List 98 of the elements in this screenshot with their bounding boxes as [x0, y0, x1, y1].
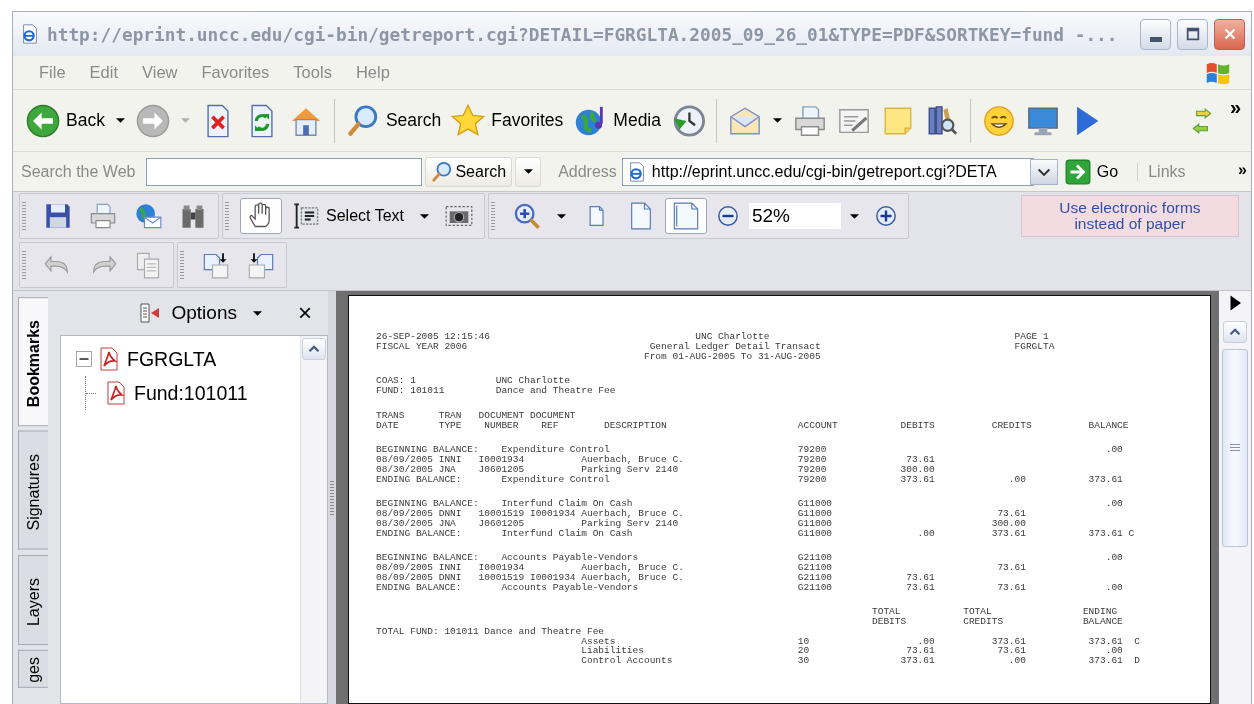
side-tab[interactable]: ges — [18, 649, 48, 688]
hand-tool-button[interactable] — [240, 198, 282, 234]
back-button[interactable]: Back — [21, 100, 110, 141]
bookmark-item[interactable]: FGRGLTA — [125, 347, 217, 371]
star-icon — [451, 103, 486, 138]
rotate-clockwise-icon — [202, 251, 230, 279]
options-button[interactable]: Options — [133, 299, 272, 327]
side-tab[interactable]: Signatures — [18, 431, 48, 550]
address-label: Address — [557, 162, 618, 181]
caret-icon — [523, 169, 533, 174]
arrow-left-icon — [26, 103, 60, 138]
promo-banner[interactable]: Use electronic forms instead of paper — [1021, 195, 1239, 237]
toolbar-grip[interactable] — [180, 251, 184, 279]
caret-icon[interactable] — [556, 213, 566, 219]
report-line: 08/09/2005 INNI I0001934 Auerbach, Bruce C. 79200 73.61 — [376, 455, 936, 465]
media-button[interactable]: Media — [568, 100, 666, 141]
text-cursor-icon — [292, 202, 320, 230]
report-line: TOTAL FUND: 101011 Dance and Theatre Fee — [376, 626, 606, 637]
address-field[interactable]: http://eprint.uncc.edu/cgi-bin/getreport.cgi?DETA — [621, 157, 1034, 186]
report-line: COAS: 1 UNC Charlotte — [376, 376, 570, 386]
maximize-icon — [1184, 26, 1201, 42]
toolbar-grip[interactable] — [490, 202, 495, 230]
minimize-button[interactable] — [1140, 18, 1171, 50]
close-button[interactable] — [1214, 18, 1245, 50]
maximize-button[interactable] — [1177, 18, 1208, 50]
side-tab[interactable]: Layers — [18, 554, 48, 645]
caret-icon[interactable] — [115, 118, 125, 123]
toolbar-grip[interactable] — [22, 202, 26, 230]
toolbar-grip[interactable] — [225, 202, 229, 230]
arrow-right-icon — [135, 103, 170, 138]
report-line: BEGINNING BALANCE: Expenditure Control 79200 .00 — [376, 445, 1124, 455]
web-search-button[interactable]: Search — [425, 156, 513, 187]
search-field[interactable] — [146, 157, 423, 186]
caret-icon[interactable] — [419, 213, 429, 219]
report-line: Control Accounts 30 373.61 .00 373.61 D — [580, 656, 1141, 666]
dropdown-button[interactable] — [515, 156, 542, 187]
fit-width-button[interactable] — [664, 198, 707, 234]
report-line: FISCAL YEAR 2006 General Ledger Detail Transact FGRGLTA — [376, 341, 1056, 352]
pdf-bookmark-icon — [104, 381, 128, 405]
report-line: BEGINNING BALANCE: Accounts Payable-Vendors G21100 .00 — [376, 553, 1124, 563]
pdf-bookmark-icon — [97, 347, 121, 371]
toolbar-grip[interactable] — [22, 251, 26, 279]
bookmark-item[interactable]: Fund:101011 — [132, 381, 248, 405]
globe-envelope-icon — [134, 202, 162, 230]
select-text-button[interactable]: Select Text — [285, 198, 411, 234]
printer-icon — [89, 202, 117, 230]
caret-icon[interactable] — [773, 118, 782, 123]
scroll-up-button[interactable] — [302, 338, 326, 360]
smiley-icon — [982, 103, 1016, 138]
report-line: 08/09/2005 DNNI 10001519 I0001934 Auerbach, Bruce C. G11000 73.61 — [376, 509, 1027, 519]
zoom-out-icon — [716, 205, 739, 227]
report-line: FUND: 101011 Dance and Theatre Fee — [376, 386, 617, 396]
report-line: DATE TYPE NUMBER REF DESCRIPTION ACCOUNT DEBITS CREDITS BALANCE — [376, 420, 1130, 431]
chevron-down-icon — [1036, 167, 1051, 176]
collapse-icon[interactable] — [75, 350, 93, 368]
close-button[interactable]: × — [294, 299, 316, 327]
scroll-up-button[interactable] — [1223, 321, 1247, 343]
side-tab[interactable]: Bookmarks — [18, 297, 48, 427]
report-line: From 01-AUG-2005 To 31-AUG-2005 — [642, 351, 822, 362]
search-icon — [345, 103, 380, 138]
search-label: Search the Web — [20, 162, 137, 181]
report-line: 08/30/2005 JNA J0601205 Parking Serv 2140 G11000 300.00 — [376, 518, 1027, 529]
report-line: BEGINNING BALANCE: Interfund Claim On Cash G11000 .00 — [376, 499, 1124, 509]
report-line: 08/30/2005 JNA J0601205 Parking Serv 2140 79200 300.00 — [376, 464, 936, 475]
go-button[interactable]: Go — [1060, 155, 1123, 188]
scroll-thumb[interactable] — [1222, 349, 1248, 547]
report-line: DEBITS CREDITS BALANCE — [870, 617, 1124, 627]
minimize-icon — [1149, 36, 1162, 42]
caret-icon — [253, 310, 262, 316]
page-icon — [671, 202, 700, 230]
report-line: ENDING BALANCE: Interfund Claim On Cash G11000 .00 373.61 373.61 C — [376, 528, 1136, 539]
chevron-button[interactable]: » — [1219, 96, 1251, 119]
search-button[interactable]: Search — [340, 100, 447, 141]
report-line: 08/09/2005 DNNI 10001519 I0001934 Auerbach, Bruce C. G21100 73.61 — [376, 572, 936, 583]
arrow-right-icon — [1064, 158, 1091, 185]
favorites-button[interactable]: Favorites — [446, 100, 569, 141]
copy-icon — [134, 251, 162, 279]
caret-icon[interactable] — [849, 213, 859, 219]
report-line: ENDING BALANCE: Expenditure Control 79200 373.61 .00 373.61 — [376, 474, 1124, 485]
clock-icon — [671, 103, 705, 138]
report-line: TRANS TRAN DOCUMENT DOCUMENT — [376, 410, 577, 421]
zoom-field[interactable]: 52% — [748, 203, 841, 229]
dropdown-button[interactable] — [1029, 158, 1058, 185]
report-line: Assets 10 .00 373.61 373.61 C — [580, 636, 1141, 647]
window-title: http://eprint.uncc.edu/cgi-bin/getreport.cgi?DETAIL=FGRGLTA.2005_09_26_01&TYPE=PDF&SORTKEY=fund -... — [47, 23, 1119, 45]
report-line: ENDING BALANCE: Accounts Payable-Vendors G21100 73.61 73.61 .00 — [376, 582, 1124, 593]
magnifier-plus-icon — [512, 202, 541, 230]
report-line: TOTAL TOTAL ENDING — [870, 607, 1119, 617]
report-line: 26-SEP-2005 12:15:46 UNC Charlotte PAGE 1 — [376, 332, 1050, 342]
printer-icon — [793, 103, 827, 138]
search-icon — [431, 160, 454, 183]
report-line: Liabilities 20 73.61 73.61 .00 — [580, 646, 1124, 656]
rotate-counterclockwise-icon — [247, 251, 275, 279]
report-line: 08/09/2005 INNI I0001934 Auerbach, Bruce C. G21100 73.61 — [376, 563, 1027, 573]
zoom-in-icon — [874, 205, 897, 227]
chevron-button[interactable]: » — [1234, 158, 1251, 182]
links-label: Links — [1137, 162, 1188, 181]
options-icon — [137, 301, 162, 325]
